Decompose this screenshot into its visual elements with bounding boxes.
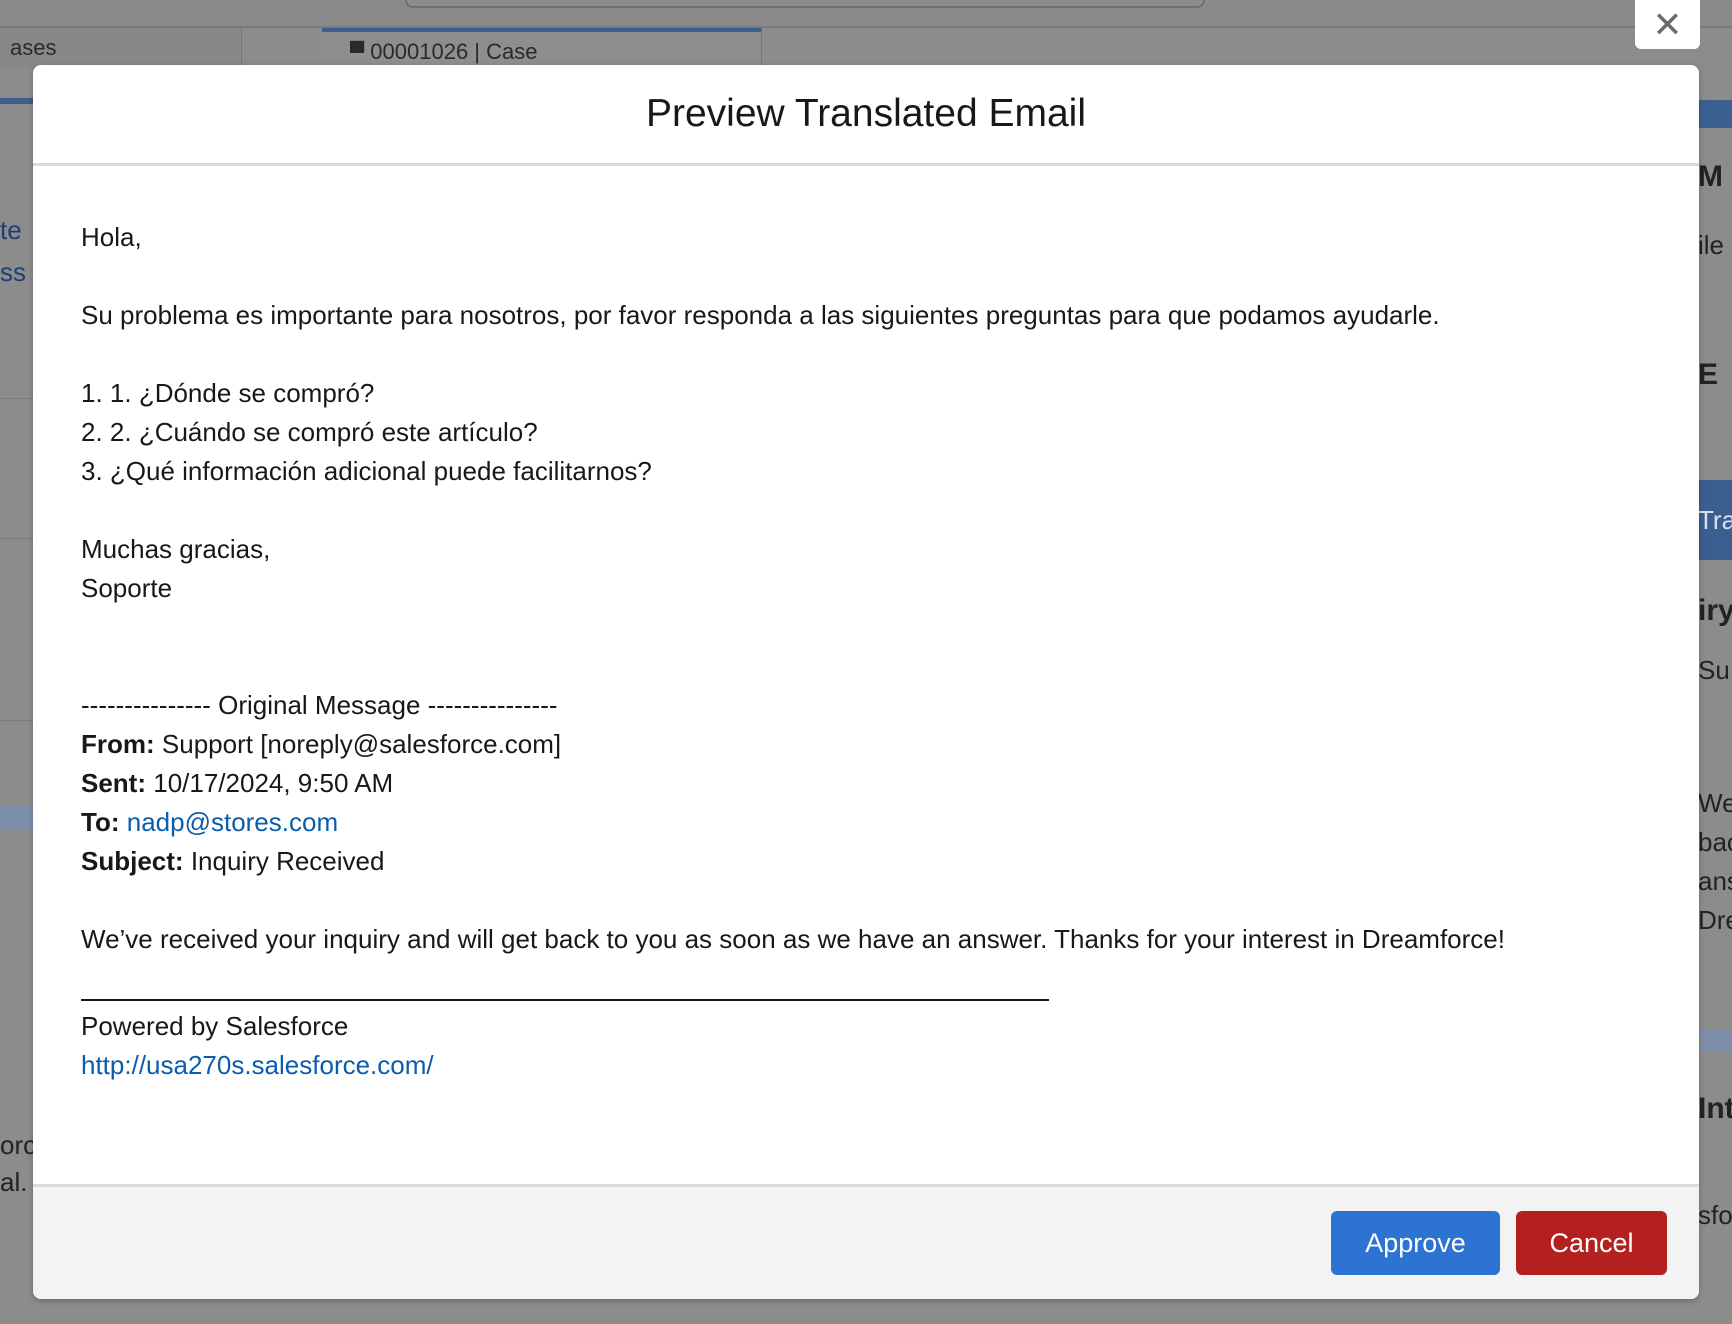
email-greeting: Hola, — [81, 222, 142, 252]
close-icon: ✕ — [1652, 3, 1683, 45]
background-text-fragment: orc — [0, 1130, 37, 1160]
background-text-fragment: ans — [1698, 866, 1732, 896]
original-from: From: Support [noreply@salesforce.com] — [81, 725, 1651, 764]
to-label: To: — [81, 807, 120, 837]
background-text-fragment: ss — [0, 257, 26, 287]
original-to: To: nadp@stores.com — [81, 803, 1651, 842]
background-text-fragment: E — [1698, 358, 1719, 391]
modal-header: Preview Translated Email — [33, 65, 1699, 166]
subject-value: Inquiry Received — [190, 846, 385, 876]
briefcase-icon: ▀ — [350, 42, 365, 64]
original-sent: Sent: 10/17/2024, 9:50 AM — [81, 764, 1651, 803]
salesforce-link[interactable]: http://usa270s.salesforce.com/ — [81, 1050, 434, 1080]
background-text-fragment: Dre — [1698, 905, 1732, 935]
original-body: We’ve received your inquiry and will get… — [81, 924, 1505, 954]
original-message-header: --------------- Original Message -------… — [81, 690, 558, 720]
sent-label: Sent: — [81, 768, 146, 798]
background-text-fragment: ile — [1698, 230, 1725, 260]
background-text-fragment: iry — [1698, 594, 1732, 627]
background-bar — [1698, 1030, 1732, 1052]
background-tab-cases: ases — [0, 28, 242, 68]
cancel-button[interactable]: Cancel — [1516, 1211, 1667, 1275]
from-label: From: — [81, 729, 155, 759]
to-email-link[interactable]: nadp@stores.com — [127, 807, 338, 837]
background-text-fragment: Int — [1698, 1092, 1732, 1125]
background-divider — [0, 805, 34, 829]
preview-email-modal: Preview Translated Email Hola, Su proble… — [33, 65, 1699, 1299]
background-text-fragment: sfo — [1698, 1200, 1732, 1230]
background-text-fragment: We — [1698, 788, 1732, 818]
background-text-fragment: te — [0, 215, 22, 245]
background-left-panel: te ss orc al. — [0, 100, 37, 1324]
email-question: 3. ¿Qué información adicional puede faci… — [81, 456, 652, 486]
background-divider — [0, 398, 34, 399]
background-bar — [1698, 100, 1732, 128]
subject-label: Subject: — [81, 846, 184, 876]
powered-by-text: Powered by Salesforce — [81, 1011, 349, 1041]
close-button[interactable]: ✕ — [1635, 0, 1700, 49]
modal-footer: Approve Cancel — [33, 1184, 1699, 1299]
modal-title: Preview Translated Email — [645, 92, 1086, 135]
background-text-fragment: Su — [1698, 655, 1730, 685]
email-signature: Soporte — [81, 573, 173, 603]
sent-value: 10/17/2024, 9:50 AM — [153, 768, 394, 798]
background-tab-label: 00001026 | Case — [370, 39, 538, 64]
background-text-fragment: M — [1698, 160, 1723, 193]
email-question: 2. 2. ¿Cuándo se compró este artículo? — [81, 417, 538, 447]
background-text-fragment: Tra — [1698, 480, 1732, 560]
email-closing: Muchas gracias, — [81, 534, 271, 564]
background-divider — [0, 538, 34, 539]
background-divider — [0, 720, 34, 721]
approve-button[interactable]: Approve — [1331, 1211, 1500, 1275]
background-right-panel: M ile E Tra iry Su We bac ans Dre Int sf… — [1698, 100, 1732, 1324]
original-subject: Subject: Inquiry Received — [81, 842, 1651, 881]
background-search-box — [405, 0, 1205, 8]
background-tab-label: ases — [10, 35, 57, 60]
email-preview-body: Hola, Su problema es importante para nos… — [33, 166, 1699, 1184]
signature-divider — [81, 993, 1049, 1001]
background-text-fragment: al. — [0, 1167, 28, 1197]
from-value: Support [noreply@salesforce.com] — [161, 729, 562, 759]
background-tab-case: ▀ 00001026 | Case — [322, 28, 762, 68]
email-intro: Su problema es importante para nosotros,… — [81, 300, 1440, 330]
background-text-fragment: bac — [1698, 827, 1732, 857]
email-question: 1. 1. ¿Dónde se compró? — [81, 378, 375, 408]
